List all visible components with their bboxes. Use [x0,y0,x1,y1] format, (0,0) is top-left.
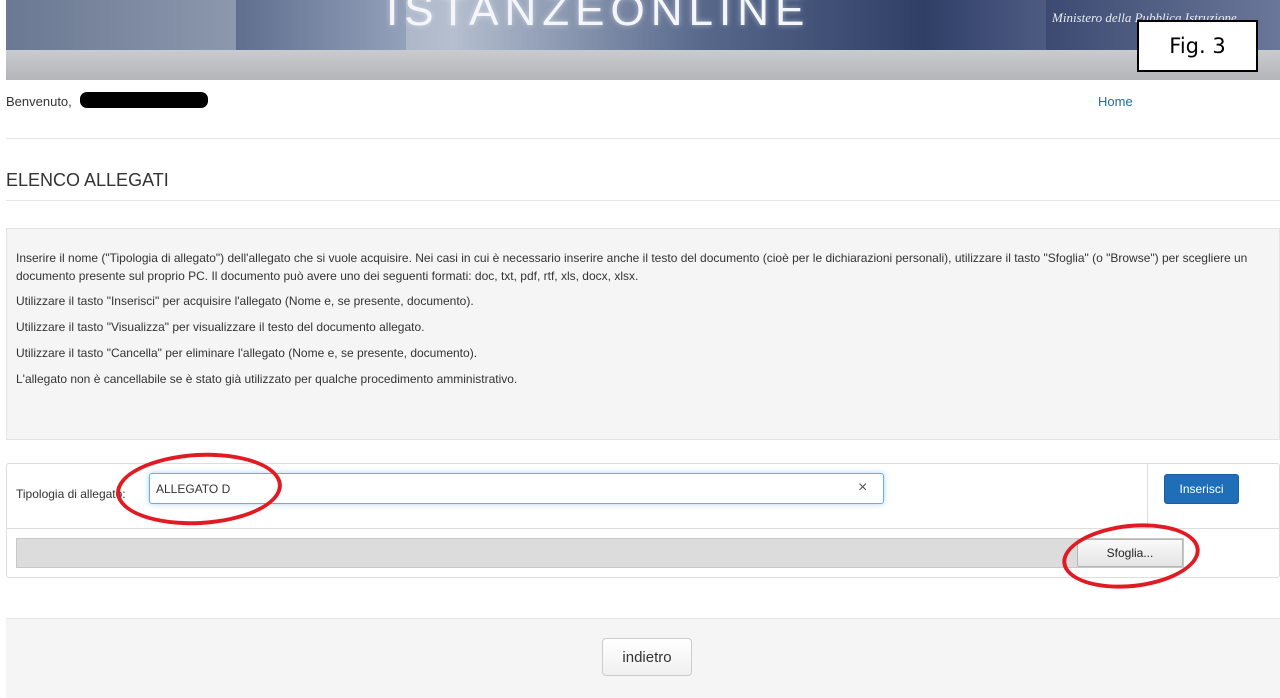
instruction-text: L'allegato non è cancellabile se è stato… [16,372,518,386]
divider [6,200,1280,201]
figure-label: Fig. 3 [1137,20,1258,72]
welcome-text: Benvenuto, [6,94,72,109]
file-path-field[interactable] [16,538,1184,568]
istanze-online-logo: ISTANZEONLINE [386,0,811,35]
attachment-type-input[interactable] [149,473,884,504]
close-icon[interactable]: × [858,478,867,498]
file-upload-row: Sfoglia... [7,528,1279,578]
page-title: ELENCO ALLEGATI [6,170,169,190]
instruction-text: Utilizzare il tasto "Cancella" per elimi… [16,346,478,360]
banner-decoration [236,0,406,50]
instruction-text: Utilizzare il tasto "Visualizza" per vis… [16,320,425,334]
back-button[interactable]: indietro [602,638,692,676]
instruction-text: Inserire il nome ("Tipologia di allegato… [16,251,1248,283]
footer-bar: indietro [6,618,1280,698]
browse-button[interactable]: Sfoglia... [1077,539,1183,567]
home-link[interactable]: Home [1098,94,1133,109]
instructions-panel: Inserire il nome ("Tipologia di allegato… [6,228,1280,440]
banner-strip [6,50,1280,80]
attachment-form: Tipologia di allegato: × Inserisci Sfogl… [6,463,1280,578]
header-banner: ISTANZEONLINE Ministero della Pubblica I… [6,0,1280,80]
divider [6,138,1280,139]
redacted-username [80,92,208,108]
attachment-type-label: Tipologia di allegato: [16,487,126,501]
insert-button[interactable]: Inserisci [1164,474,1239,504]
cell-divider [1147,464,1148,528]
instruction-text: Utilizzare il tasto "Inserisci" per acqu… [16,294,474,308]
attachment-type-row: Tipologia di allegato: × Inserisci [7,464,1279,529]
